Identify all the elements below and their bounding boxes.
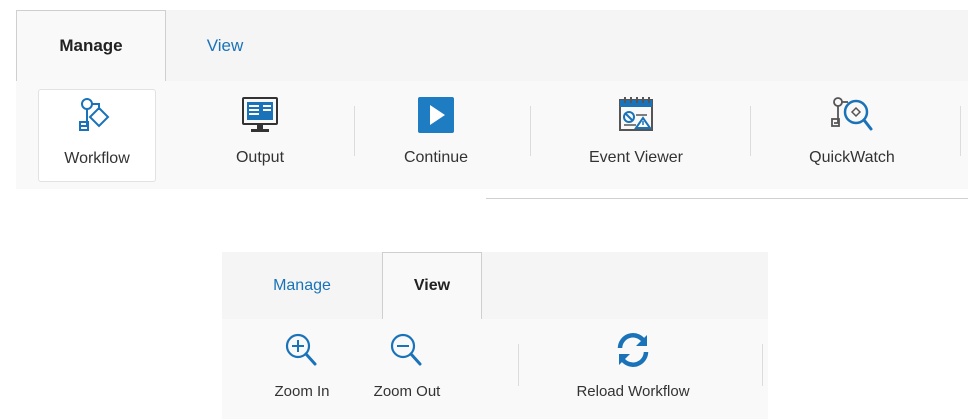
ribbon-bottom-border bbox=[486, 198, 968, 199]
ribbon-tab-strip: Manage View bbox=[222, 252, 768, 320]
quickwatch-button[interactable]: QuickWatch bbox=[782, 89, 922, 182]
zoom-out-button[interactable]: Zoom Out bbox=[362, 327, 452, 415]
event-viewer-icon bbox=[619, 97, 653, 131]
toolbar-separator bbox=[960, 106, 961, 156]
zoom-out-label: Zoom Out bbox=[373, 383, 441, 400]
zoom-out-icon bbox=[390, 333, 422, 366]
reload-workflow-label: Reload Workflow bbox=[576, 383, 690, 400]
event-viewer-button[interactable]: Event Viewer bbox=[566, 89, 706, 182]
workflow-label: Workflow bbox=[64, 150, 130, 167]
toolbar-separator bbox=[762, 344, 763, 386]
toolbar-separator bbox=[530, 106, 531, 156]
continue-button[interactable]: Continue bbox=[386, 89, 486, 182]
workflow-icon bbox=[79, 98, 110, 131]
ribbon-toolbar: Workflow Output Continue Event Viewer Qu… bbox=[16, 81, 968, 189]
tab-label: Manage bbox=[273, 277, 331, 294]
zoom-in-icon bbox=[285, 333, 317, 366]
reload-workflow-button[interactable]: Reload Workflow bbox=[548, 327, 718, 415]
tab-manage[interactable]: Manage bbox=[16, 10, 166, 82]
ribbon-view: Manage View Zoom In Zoom Out Reload Work… bbox=[222, 252, 768, 419]
toolbar-separator bbox=[750, 106, 751, 156]
tab-label: View bbox=[413, 277, 451, 294]
play-icon bbox=[418, 97, 454, 133]
workflow-button[interactable]: Workflow bbox=[38, 89, 156, 182]
tab-view[interactable]: View bbox=[382, 252, 482, 320]
tab-label: Manage bbox=[59, 36, 123, 55]
ribbon-manage: Manage View Workflow Output Continue Eve… bbox=[16, 10, 968, 199]
output-button[interactable]: Output bbox=[216, 89, 304, 182]
tab-manage[interactable]: Manage bbox=[222, 252, 382, 320]
continue-label: Continue bbox=[403, 149, 469, 166]
quickwatch-icon bbox=[831, 97, 873, 131]
reload-icon bbox=[617, 333, 649, 367]
output-label: Output bbox=[235, 149, 285, 166]
zoom-in-button[interactable]: Zoom In bbox=[262, 327, 342, 415]
ribbon-tab-strip: Manage View bbox=[16, 10, 968, 82]
tab-view[interactable]: View bbox=[166, 10, 284, 82]
toolbar-separator bbox=[354, 106, 355, 156]
quickwatch-label: QuickWatch bbox=[809, 149, 895, 166]
output-monitor-icon bbox=[242, 97, 278, 132]
tab-label: View bbox=[206, 36, 244, 55]
zoom-in-label: Zoom In bbox=[274, 383, 330, 400]
event-viewer-label: Event Viewer bbox=[589, 149, 683, 166]
ribbon-toolbar: Zoom In Zoom Out Reload Workflow bbox=[222, 319, 768, 419]
toolbar-separator bbox=[518, 344, 519, 386]
